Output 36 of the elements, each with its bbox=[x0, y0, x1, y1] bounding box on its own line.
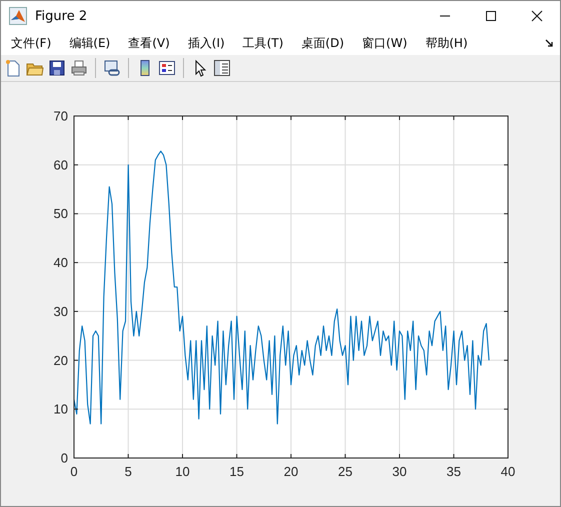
dock-arrow-icon[interactable] bbox=[545, 38, 554, 48]
window-title: Figure 2 bbox=[35, 8, 88, 24]
close-icon[interactable] bbox=[531, 10, 543, 22]
printer-icon[interactable] bbox=[70, 59, 88, 77]
maximize-icon[interactable] bbox=[485, 10, 497, 22]
x-tick-label: 10 bbox=[175, 464, 190, 479]
linked-plot-icon[interactable] bbox=[103, 59, 121, 77]
menu-item[interactable]: 帮助(H) bbox=[417, 34, 476, 52]
y-tick-label: 50 bbox=[54, 206, 68, 222]
menu-item[interactable]: 窗口(W) bbox=[354, 34, 416, 52]
x-tick-label: 40 bbox=[500, 464, 516, 479]
y-tick-label: 60 bbox=[54, 157, 68, 172]
menu-item[interactable]: 桌面(D) bbox=[293, 34, 352, 52]
y-tick-label: 0 bbox=[60, 450, 68, 466]
x-tick-label: 15 bbox=[230, 464, 244, 479]
y-tick-label: 40 bbox=[54, 255, 68, 270]
app-icon bbox=[9, 7, 27, 25]
x-tick-label: 30 bbox=[392, 464, 407, 479]
y-tick-label: 10 bbox=[54, 402, 68, 417]
x-tick-label: 20 bbox=[284, 464, 298, 479]
y-tick-label: 20 bbox=[54, 352, 68, 368]
legend-icon[interactable] bbox=[158, 59, 176, 77]
y-tick-label: 30 bbox=[54, 304, 68, 319]
menu-item[interactable]: 查看(V) bbox=[120, 34, 178, 52]
y-tick-label: 70 bbox=[54, 108, 68, 124]
menu-item[interactable]: 文件(F) bbox=[3, 34, 60, 52]
save-icon[interactable] bbox=[48, 59, 66, 77]
new-file-icon[interactable] bbox=[4, 59, 22, 77]
menu-item[interactable]: 编辑(E) bbox=[61, 34, 118, 52]
property-editor-icon[interactable] bbox=[213, 59, 231, 77]
menu-item[interactable]: 插入(I) bbox=[180, 34, 233, 52]
x-tick-label: 0 bbox=[70, 464, 78, 479]
x-tick-label: 25 bbox=[338, 464, 352, 479]
menu-item[interactable]: 工具(T) bbox=[234, 34, 292, 52]
x-tick-label: 5 bbox=[124, 464, 132, 479]
x-tick-label: 35 bbox=[446, 464, 461, 479]
